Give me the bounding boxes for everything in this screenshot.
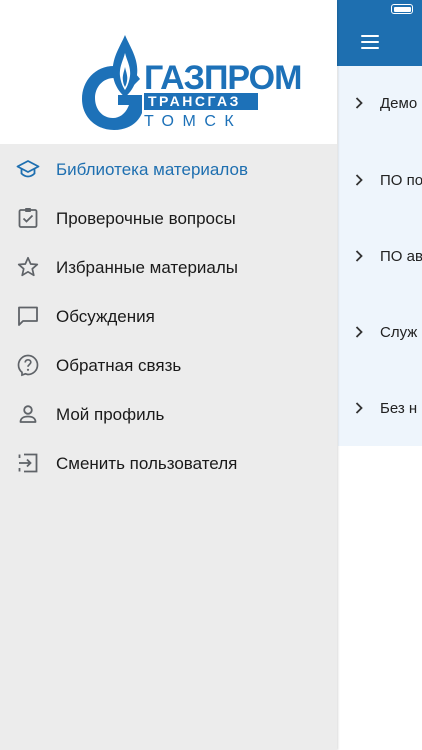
graduation-cap-icon bbox=[16, 157, 40, 181]
drawer-item-discussions[interactable]: Обсуждения bbox=[0, 292, 337, 341]
star-icon bbox=[16, 255, 40, 279]
drawer-item-label: Обсуждения bbox=[56, 306, 155, 326]
drawer-item-label: Проверочные вопросы bbox=[56, 208, 236, 228]
drawer-item-label: Библиотека материалов bbox=[56, 159, 248, 179]
logo-text-gazprom: ГАЗПРОМ bbox=[144, 59, 302, 97]
category-item[interactable]: ПО ав bbox=[338, 241, 422, 271]
chevron-right-icon bbox=[354, 326, 364, 338]
chevron-right-icon bbox=[354, 97, 364, 109]
category-list: Демо ПО по ПО ав Служ Без н bbox=[338, 66, 422, 446]
drawer-menu: Библиотека материалов Проверочные вопрос… bbox=[0, 145, 337, 488]
drawer-item-feedback[interactable]: Обратная связь bbox=[0, 341, 337, 390]
category-label: Служ bbox=[380, 323, 418, 341]
drawer-item-label: Избранные материалы bbox=[56, 257, 239, 277]
chevron-right-icon bbox=[354, 250, 364, 262]
logo-text-tomsk: ТОМСК bbox=[144, 113, 243, 130]
help-circle-icon bbox=[16, 353, 40, 377]
logo-text-transgaz: ТРАНСГАЗ bbox=[144, 93, 258, 110]
category-label: Без н bbox=[380, 399, 418, 417]
drawer-item-switch-user[interactable]: Сменить пользователя bbox=[0, 439, 337, 488]
drawer-item-library[interactable]: Библиотека материалов bbox=[0, 145, 337, 194]
chat-bubble-icon bbox=[16, 304, 40, 328]
drawer-item-profile[interactable]: Мой профиль bbox=[0, 390, 337, 439]
category-label: Демо bbox=[380, 94, 418, 112]
battery-icon bbox=[391, 4, 413, 14]
category-item[interactable]: Демо bbox=[338, 88, 422, 118]
clipboard-check-icon bbox=[16, 206, 40, 230]
chevron-right-icon bbox=[354, 174, 364, 186]
menu-button[interactable] bbox=[356, 30, 384, 54]
navigation-drawer: ГАЗПРОМ ТРАНСГАЗ ТОМСК Библиотека матери… bbox=[0, 0, 337, 750]
drawer-item-quiz[interactable]: Проверочные вопросы bbox=[0, 194, 337, 243]
category-label: ПО ав bbox=[380, 247, 422, 265]
logout-icon bbox=[16, 451, 40, 475]
chevron-right-icon bbox=[354, 402, 364, 414]
drawer-item-label: Сменить пользователя bbox=[56, 453, 238, 473]
flame-logo-icon bbox=[82, 35, 142, 130]
category-item[interactable]: Служ bbox=[338, 317, 422, 347]
person-icon bbox=[16, 402, 40, 426]
drawer-item-label: Обратная связь bbox=[56, 355, 182, 375]
drawer-item-favorites[interactable]: Избранные материалы bbox=[0, 243, 337, 292]
category-item[interactable]: ПО по bbox=[338, 165, 422, 195]
drawer-header: ГАЗПРОМ ТРАНСГАЗ ТОМСК bbox=[0, 0, 337, 144]
gazprom-logo: ГАЗПРОМ ТРАНСГАЗ ТОМСК bbox=[78, 33, 302, 133]
category-item[interactable]: Без н bbox=[338, 393, 422, 423]
drawer-item-label: Мой профиль bbox=[56, 404, 165, 424]
category-label: ПО по bbox=[380, 171, 422, 189]
